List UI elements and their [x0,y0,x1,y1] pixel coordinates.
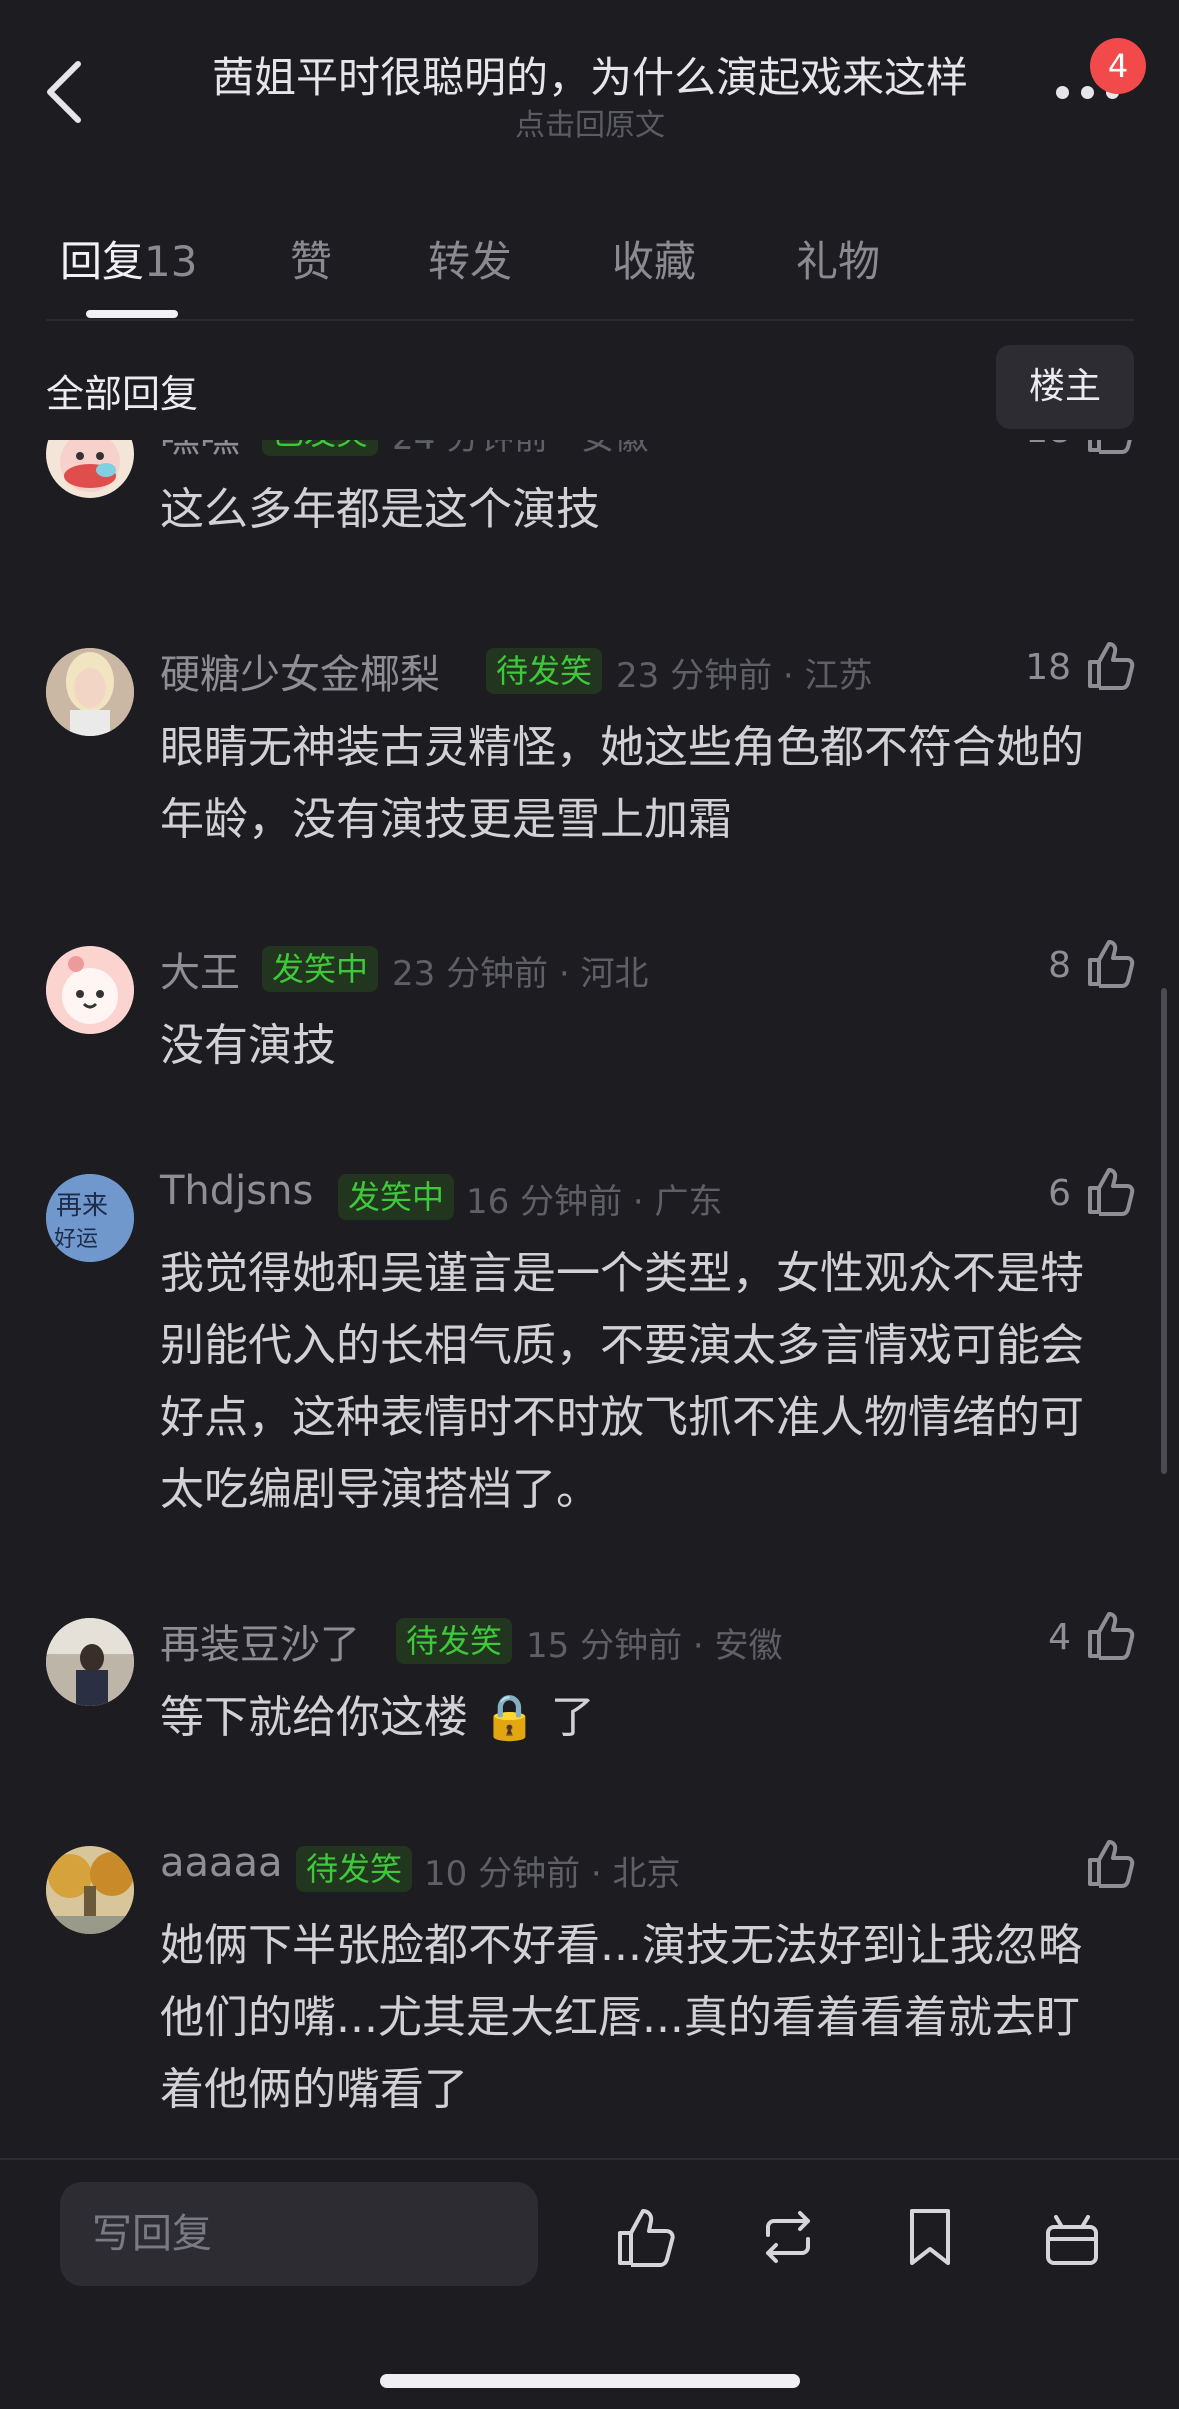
comment-meta: 16 分钟前 · 广东 [466,1182,723,1222]
back-to-original-link[interactable]: 点击回原文 [150,100,1030,144]
avatar[interactable] [46,440,134,498]
comment-author[interactable]: 硬糖少女金椰梨 [160,642,440,700]
repost-icon[interactable] [756,2205,820,2269]
comment-meta: 24 分钟前 · 安徽 [392,440,649,459]
like-icon[interactable] [1084,1164,1138,1218]
tab-replies[interactable]: 回复13 [60,228,197,289]
tab-divider [46,319,1134,321]
like-icon[interactable] [1084,1608,1138,1662]
comment-text: 眼睛无神装古灵精怪，她这些角色都不符合她的年龄，没有演技更是雪上加霜 [160,722,1084,845]
comment-text: 等下就给你这楼 🔒 了 [160,1692,595,1743]
tab-favorites[interactable]: 收藏 [612,228,696,289]
back-icon[interactable] [42,60,90,124]
comment-author[interactable]: 再装豆沙了 [160,1612,360,1670]
status-badge: 待发笑 [396,1618,513,1664]
like-icon[interactable] [1084,936,1138,990]
comment-author[interactable]: 大王 [160,940,240,998]
comment-text: 没有演技 [160,1020,336,1071]
like-icon[interactable] [1084,440,1138,456]
tab-likes[interactable]: 赞 [290,228,332,289]
status-badge: 待发笑 [486,648,603,694]
status-badge: 已发笑 [262,440,379,456]
comment-meta: 23 分钟前 · 江苏 [616,656,873,696]
bottom-divider [0,2158,1179,2160]
notification-badge: 4 [1090,38,1146,94]
owner-only-button[interactable]: 楼主 [996,345,1134,429]
tab-gifts[interactable]: 礼物 [796,228,880,289]
avatar[interactable] [46,1846,134,1934]
status-badge: 发笑中 [262,946,379,992]
svg-text:再来: 再来 [56,1191,108,1221]
avatar[interactable] [46,648,134,736]
comment-list[interactable]: 嘿嘿 已发笑 24 分钟前 · 安徽 18 这么多年都是这个演技 硬糖少女金椰梨… [0,440,1179,2160]
comment-author[interactable]: Thdjsns [160,1168,313,1214]
scrollbar[interactable] [1161,988,1167,1474]
comment-meta: 23 分钟前 · 河北 [392,954,649,994]
tab-label: 回复 [60,237,145,286]
all-replies-label[interactable]: 全部回复 [46,363,198,418]
page-title: 茜姐平时很聪明的，为什么演起戏来这样 [211,53,968,102]
comment-text: 这么多年都是这个演技 [160,484,600,535]
like-count: 18 [1025,440,1071,451]
gift-icon[interactable] [1040,2205,1104,2269]
avatar[interactable] [46,946,134,1034]
avatar[interactable]: 再来 好运 [46,1174,134,1262]
comment-author[interactable]: aaaaa [160,1840,283,1886]
comment-text: 我觉得她和吴谨言是一个类型，女性观众不是特别能代入的长相气质，不要演太多言情戏可… [160,1248,1084,1515]
home-indicator[interactable] [380,2374,800,2388]
bookmark-icon[interactable] [898,2205,962,2269]
like-count: 18 [1025,647,1071,688]
tab-count: 13 [144,237,198,286]
comment-author[interactable]: 嘿嘿 [160,440,240,463]
status-badge: 发笑中 [338,1174,455,1220]
like-count: 8 [1048,945,1071,986]
comment-meta: 15 分钟前 · 安徽 [526,1626,783,1666]
tab-reposts[interactable]: 转发 [428,228,512,289]
status-badge: 待发笑 [296,1846,413,1892]
active-tab-indicator [86,310,178,318]
like-count: 4 [1048,1617,1071,1658]
like-count: 6 [1048,1173,1071,1214]
comment-text: 她俩下半张脸都不好看...演技无法好到让我忽略他们的嘴...尤其是大红唇...真… [160,1920,1082,2115]
comment-meta: 10 分钟前 · 北京 [424,1854,681,1894]
avatar[interactable] [46,1618,134,1706]
like-icon[interactable] [614,2205,678,2269]
reply-input[interactable]: 写回复 [60,2182,538,2286]
like-icon[interactable] [1084,1836,1138,1890]
svg-text:好运: 好运 [54,1227,98,1252]
like-icon[interactable] [1084,638,1138,692]
